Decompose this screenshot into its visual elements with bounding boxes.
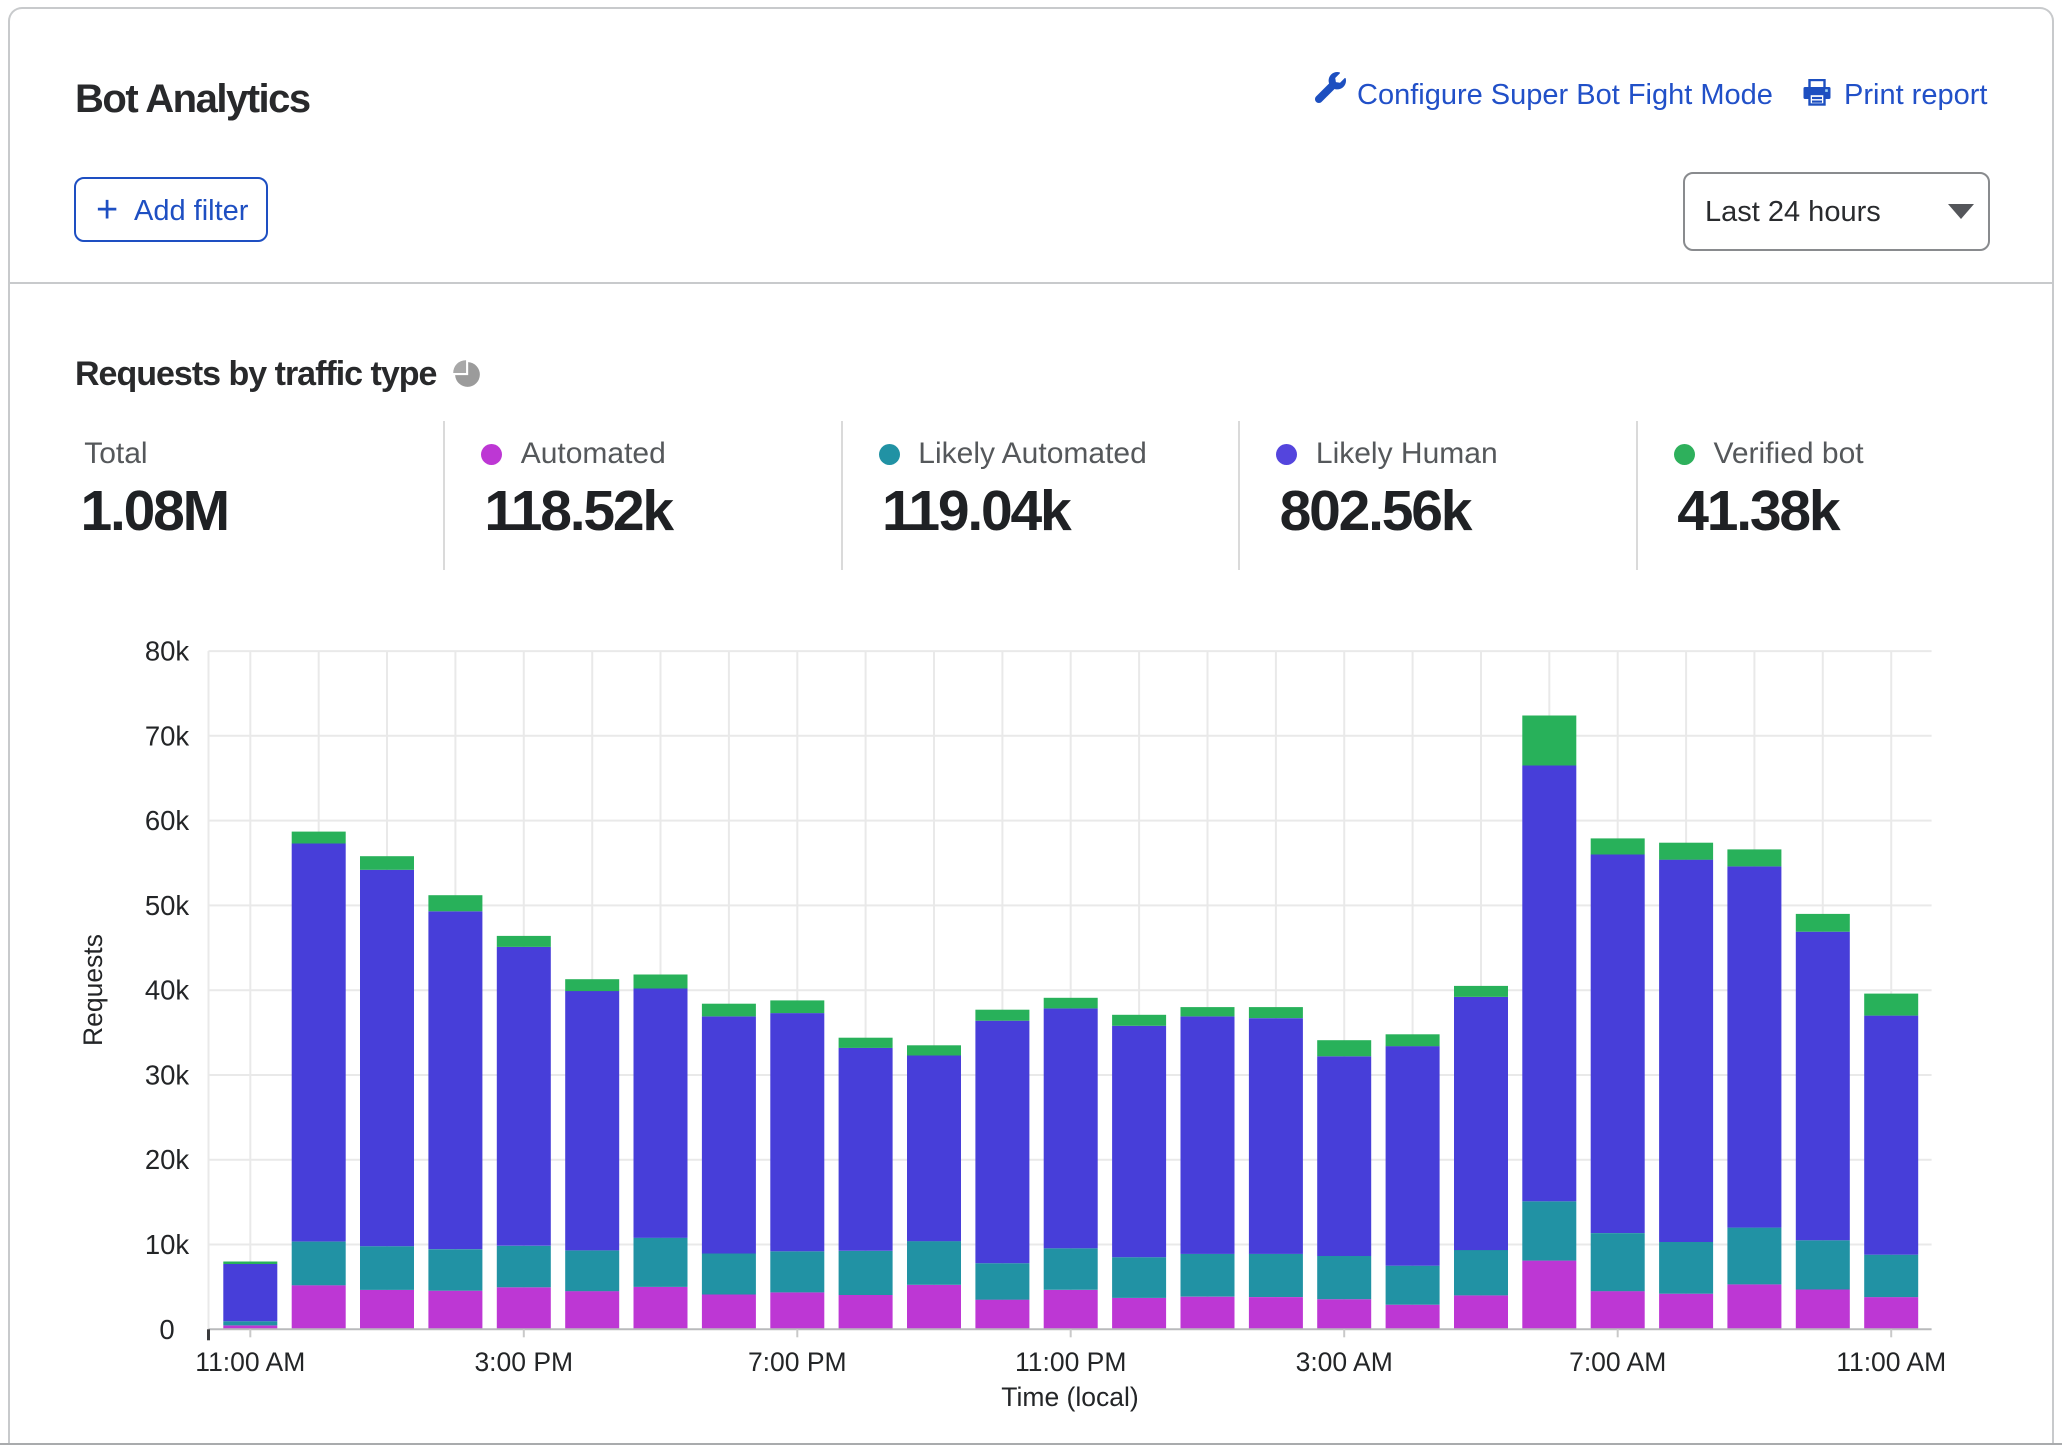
svg-text:50k: 50k <box>145 890 190 921</box>
svg-text:11:00 AM: 11:00 AM <box>195 1347 305 1377</box>
svg-text:Time (local): Time (local) <box>1001 1382 1138 1412</box>
svg-text:7:00 PM: 7:00 PM <box>748 1347 847 1377</box>
svg-text:7:00 AM: 7:00 AM <box>1569 1347 1666 1377</box>
svg-text:20k: 20k <box>145 1144 190 1175</box>
svg-text:70k: 70k <box>145 720 190 751</box>
svg-text:3:00 PM: 3:00 PM <box>474 1347 573 1377</box>
svg-text:40k: 40k <box>145 975 190 1006</box>
svg-text:0: 0 <box>159 1314 174 1345</box>
svg-text:11:00 AM: 11:00 AM <box>1836 1347 1946 1377</box>
svg-text:Requests: Requests <box>78 934 108 1046</box>
svg-text:10k: 10k <box>145 1229 190 1260</box>
svg-text:80k: 80k <box>145 636 190 667</box>
svg-text:60k: 60k <box>145 805 190 836</box>
svg-text:30k: 30k <box>145 1060 190 1091</box>
svg-text:11:00 PM: 11:00 PM <box>1015 1347 1126 1377</box>
svg-text:3:00 AM: 3:00 AM <box>1296 1347 1393 1377</box>
